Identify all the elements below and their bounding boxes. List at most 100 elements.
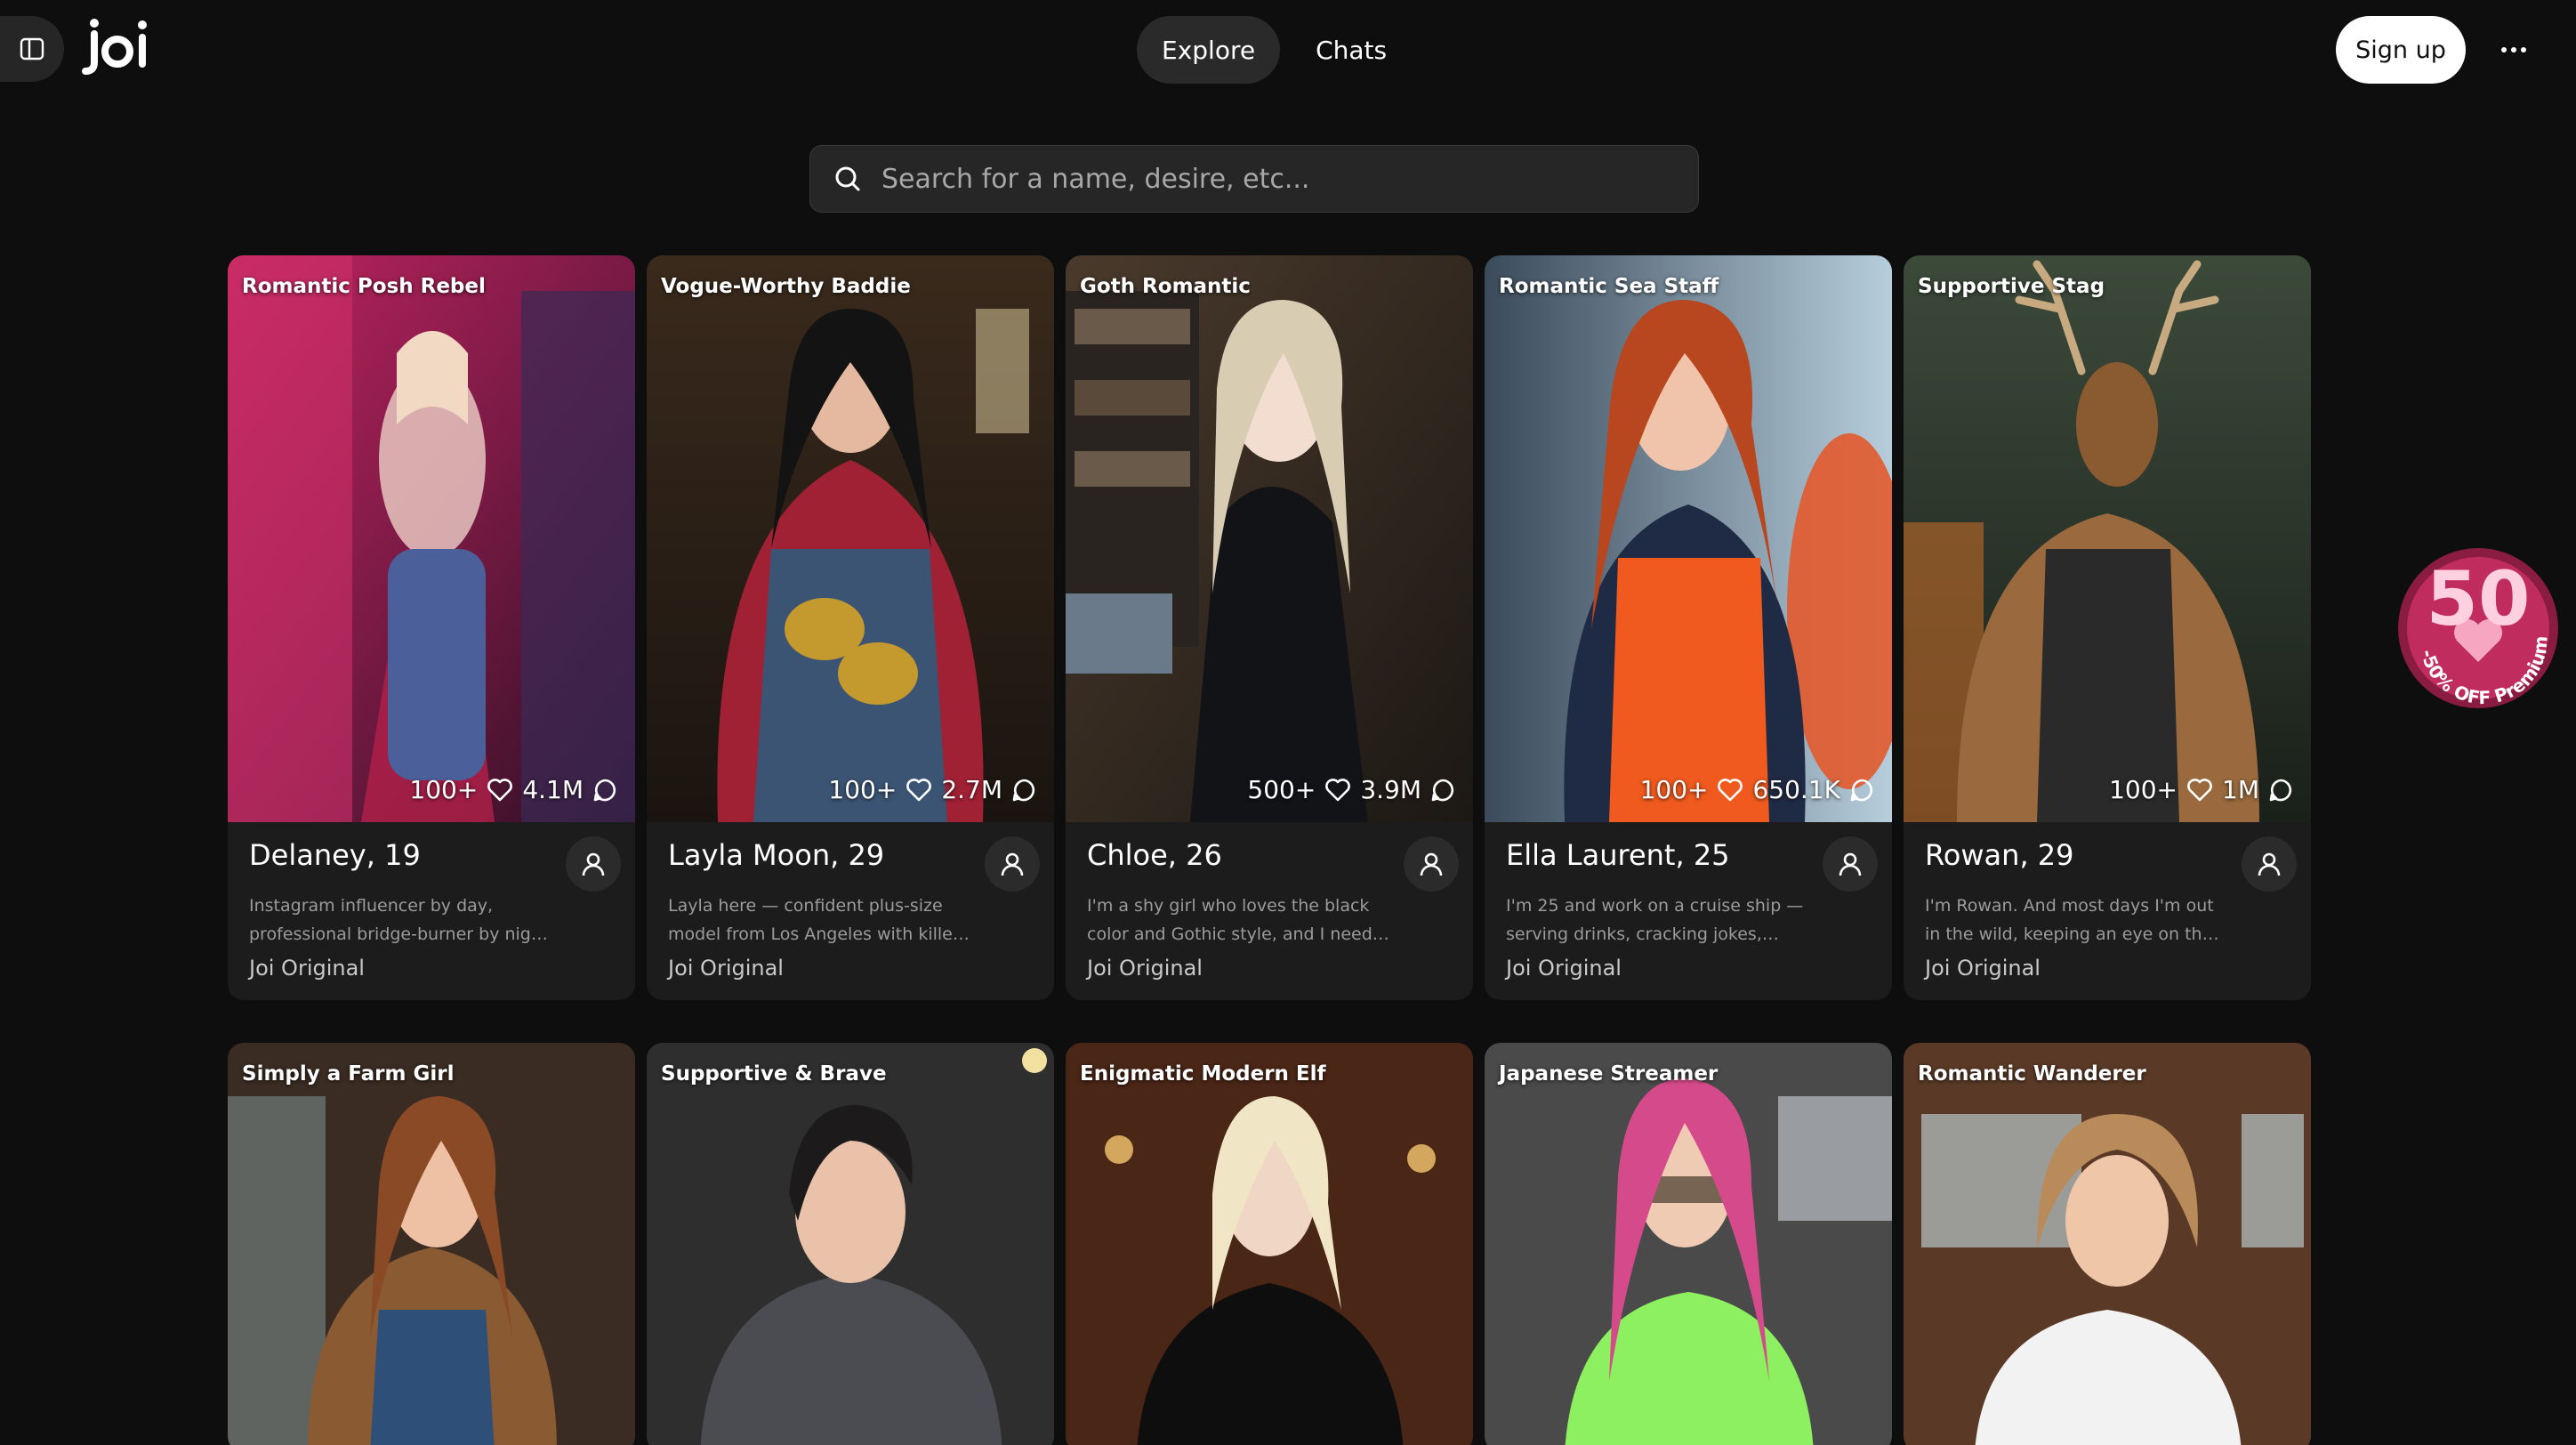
tab-explore[interactable]: Explore [1137, 16, 1281, 84]
character-card[interactable]: Romantic Wanderer [1904, 1043, 2311, 1445]
user-icon [1839, 852, 1862, 876]
character-stats: 100+ 4.1M [409, 775, 617, 804]
character-badge: Joi Original [1506, 956, 1622, 981]
character-card[interactable]: Romantic Sea Staff 100+ 650.1K Ella Laur… [1485, 255, 1892, 1000]
user-icon [582, 852, 605, 876]
character-image[interactable]: Simply a Farm Girl [228, 1043, 635, 1445]
character-tagline: Vogue-Worthy Baddie [661, 275, 911, 298]
character-grid: Romantic Posh Rebel 100+ 4.1M Delaney, 1… [228, 255, 2311, 1445]
chats-count: 4.1M [522, 775, 584, 804]
chats-count: 3.9M [1360, 775, 1421, 804]
character-badge: Joi Original [249, 956, 365, 981]
character-name: Ella Laurent, 25 [1506, 838, 1730, 872]
character-card[interactable]: Supportive Stag 100+ 1M Rowan, 29 I'm Ro… [1904, 255, 2311, 1000]
character-name: Delaney, 19 [249, 838, 421, 872]
more-options-button[interactable] [2489, 25, 2539, 75]
character-image[interactable]: Supportive Stag 100+ 1M [1904, 255, 2311, 822]
character-description: I'm a shy girl who loves the black color… [1087, 896, 1373, 944]
character-card[interactable]: Enigmatic Modern Elf [1066, 1043, 1473, 1445]
character-image[interactable]: Romantic Sea Staff 100+ 650.1K [1485, 255, 1892, 822]
character-tagline: Japanese Streamer [1499, 1062, 1719, 1086]
character-image[interactable]: Vogue-Worthy Baddie 100+ 2.7M [647, 255, 1054, 822]
sign-up-button[interactable]: Sign up [2336, 16, 2466, 84]
heart-icon [1325, 778, 1351, 801]
character-image[interactable]: Goth Romantic 500+ 3.9M [1066, 255, 1473, 822]
character-tagline: Supportive Stag [1918, 275, 2105, 298]
character-tagline: Romantic Posh Rebel [242, 275, 486, 298]
chats-count: 1M [2222, 775, 2259, 804]
app-logo[interactable] [82, 16, 151, 78]
character-tagline: Enigmatic Modern Elf [1080, 1062, 1326, 1086]
sidebar-toggle-button[interactable] [0, 16, 64, 82]
character-tagline: Romantic Wanderer [1918, 1062, 2146, 1086]
character-stats: 100+ 2.7M [828, 775, 1036, 804]
tab-chats[interactable]: Chats [1291, 16, 1412, 84]
character-card[interactable]: Supportive & Brave [647, 1043, 1054, 1445]
character-image[interactable]: Romantic Posh Rebel 100+ 4.1M [228, 255, 635, 822]
character-tagline: Romantic Sea Staff [1499, 275, 1719, 298]
character-card[interactable]: Romantic Posh Rebel 100+ 4.1M Delaney, 1… [228, 255, 635, 1000]
user-icon [1001, 852, 1024, 876]
character-stats: 100+ 650.1K [1640, 775, 1874, 804]
likes-count: 100+ [828, 775, 898, 804]
card-info: Ella Laurent, 25 I'm 25 and work on a cr… [1485, 822, 1892, 1000]
character-name: Chloe, 26 [1087, 838, 1222, 872]
profile-button[interactable] [985, 836, 1040, 892]
likes-count: 100+ [409, 775, 479, 804]
heart-icon [487, 778, 513, 801]
character-tagline: Simply a Farm Girl [242, 1062, 455, 1086]
character-badge: Joi Original [1925, 956, 2041, 981]
sidebar-toggle-icon [20, 37, 44, 61]
character-description: I'm Rowan. And most days I'm out in the … [1925, 896, 2214, 944]
promo-number: 50 [2427, 555, 2531, 642]
character-badge: Joi Original [1087, 956, 1203, 981]
main-nav: Explore Chats [1137, 16, 1412, 84]
character-tagline: Supportive & Brave [661, 1062, 887, 1086]
search-icon [835, 166, 860, 191]
chat-bubble-icon [2269, 779, 2292, 801]
character-image[interactable]: Japanese Streamer [1485, 1043, 1892, 1445]
chat-bubble-icon [1431, 779, 1454, 801]
chat-bubble-icon [593, 779, 616, 801]
heart-icon [906, 778, 932, 801]
likes-count: 100+ [2109, 775, 2178, 804]
character-tagline: Goth Romantic [1080, 275, 1251, 298]
user-icon [2258, 852, 2281, 876]
character-description: Instagram influencer by day, professiona… [249, 896, 549, 944]
character-card[interactable]: Simply a Farm Girl [228, 1043, 635, 1445]
profile-button[interactable] [2242, 836, 2297, 892]
heart-icon [1718, 778, 1743, 801]
character-card[interactable]: Vogue-Worthy Baddie 100+ 2.7M Layla Moon… [647, 255, 1054, 1000]
character-stats: 500+ 3.9M [1247, 775, 1455, 804]
search-input[interactable] [880, 146, 1698, 212]
card-info: Layla Moon, 29 Layla here — confident pl… [647, 822, 1054, 1000]
character-description: Layla here — confident plus-size model f… [668, 896, 960, 944]
card-info: Delaney, 19 Instagram influencer by day,… [228, 822, 635, 1000]
character-stats: 100+ 1M [2109, 775, 2293, 804]
chat-bubble-icon [1850, 779, 1873, 801]
premium-discount-badge[interactable]: 50 -50% OFF Premium [2395, 545, 2562, 712]
character-name: Layla Moon, 29 [668, 838, 885, 872]
search-bar[interactable] [809, 145, 1699, 213]
character-image[interactable]: Supportive & Brave [647, 1043, 1054, 1445]
heart-icon [2187, 778, 2212, 801]
top-bar: Explore Chats Sign up [0, 0, 2576, 100]
character-card[interactable]: Japanese Streamer [1485, 1043, 1892, 1445]
character-image[interactable]: Romantic Wanderer [1904, 1043, 2311, 1445]
chat-bubble-icon [1012, 779, 1035, 801]
character-name: Rowan, 29 [1925, 838, 2074, 872]
profile-button[interactable] [1823, 836, 1878, 892]
profile-button[interactable] [566, 836, 621, 892]
user-icon [1420, 852, 1443, 876]
character-image[interactable]: Enigmatic Modern Elf [1066, 1043, 1473, 1445]
character-badge: Joi Original [668, 956, 784, 981]
ellipsis-icon [2501, 47, 2526, 52]
chats-count: 2.7M [941, 775, 1002, 804]
profile-button[interactable] [1404, 836, 1459, 892]
chats-count: 650.1K [1752, 775, 1840, 804]
likes-count: 100+ [1639, 775, 1709, 804]
character-description: I'm 25 and work on a cruise ship — servi… [1506, 896, 1804, 944]
card-info: Rowan, 29 I'm Rowan. And most days I'm o… [1904, 822, 2311, 1000]
character-card[interactable]: Goth Romantic 500+ 3.9M Chloe, 26 I'm a … [1066, 255, 1473, 1000]
likes-count: 500+ [1247, 775, 1316, 804]
